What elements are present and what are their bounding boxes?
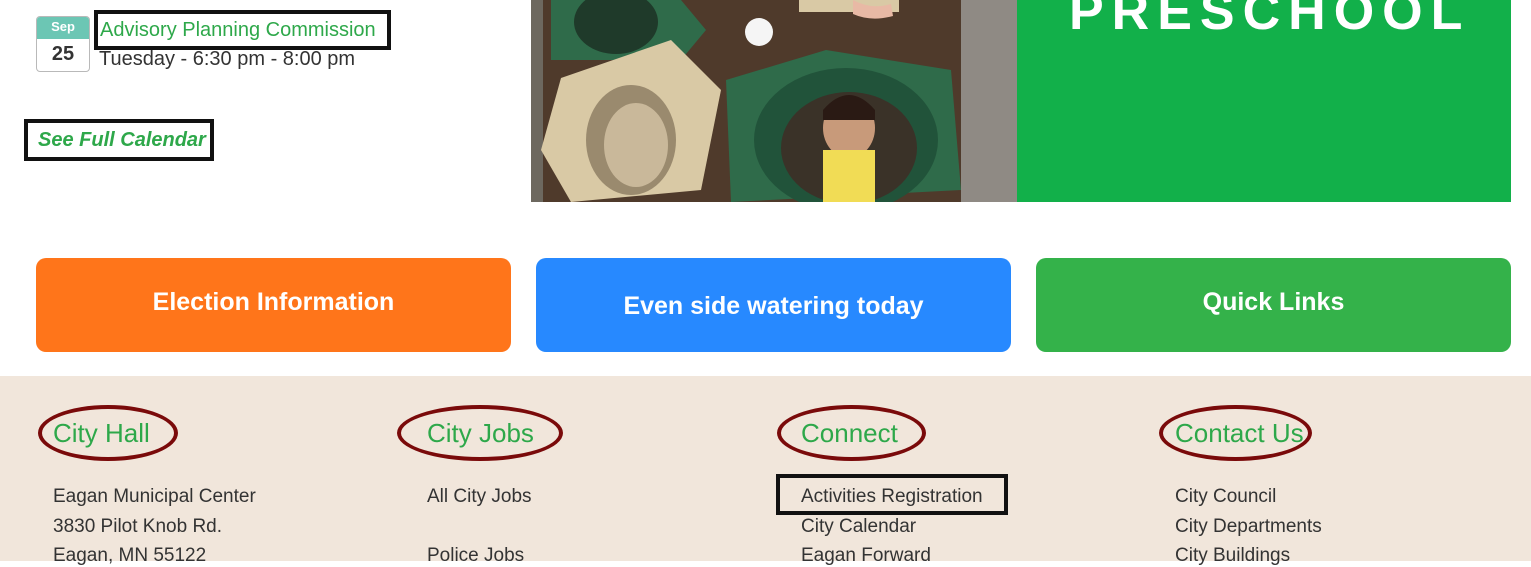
city-hall-heading: City Hall xyxy=(53,418,150,448)
city-buildings-link[interactable]: City Buildings xyxy=(1175,545,1290,567)
preschool-heading: PRESCHOOL xyxy=(1069,0,1471,41)
city-hall-address-line: Eagan, MN 55122 xyxy=(53,545,207,566)
eagan-forward-link[interactable]: Eagan Forward xyxy=(801,545,931,567)
city-council-link[interactable]: City Council xyxy=(1175,486,1276,508)
quick-links-button[interactable]: Quick Links xyxy=(1036,258,1511,352)
preschool-promo[interactable]: PRESCHOOL xyxy=(531,0,1511,202)
police-jobs-link[interactable]: Police Jobs xyxy=(427,545,524,567)
connect-heading: Connect xyxy=(801,418,898,448)
event-title-link[interactable]: Advisory Planning Commission xyxy=(94,10,391,50)
city-hall-address-line: Eagan Municipal Center xyxy=(53,486,256,507)
see-full-calendar-link[interactable]: See Full Calendar xyxy=(24,119,214,161)
event-date-badge: Sep 25 xyxy=(36,16,90,72)
preschool-banner: PRESCHOOL xyxy=(1017,0,1511,202)
site-footer: City Hall Eagan Municipal Center 3830 Pi… xyxy=(0,376,1531,566)
contact-us-heading[interactable]: Contact Us xyxy=(1175,418,1304,449)
activities-registration-link[interactable]: Activities Registration xyxy=(801,486,983,508)
city-departments-link[interactable]: City Departments xyxy=(1175,516,1322,538)
event-day: 25 xyxy=(51,43,75,65)
event-time: Tuesday - 6:30 pm - 8:00 pm xyxy=(99,48,356,70)
city-jobs-heading[interactable]: City Jobs xyxy=(427,418,534,449)
election-information-button[interactable]: Election Information xyxy=(36,258,511,352)
watering-status-button[interactable]: Even side watering today xyxy=(536,258,1011,352)
city-hall-address-line: 3830 Pilot Knob Rd. xyxy=(53,516,223,537)
playground-illustration xyxy=(531,0,1017,202)
playground-photo xyxy=(531,0,1017,202)
city-calendar-link[interactable]: City Calendar xyxy=(801,516,916,538)
all-city-jobs-link[interactable]: All City Jobs xyxy=(427,486,532,508)
event-month: Sep xyxy=(37,17,89,39)
